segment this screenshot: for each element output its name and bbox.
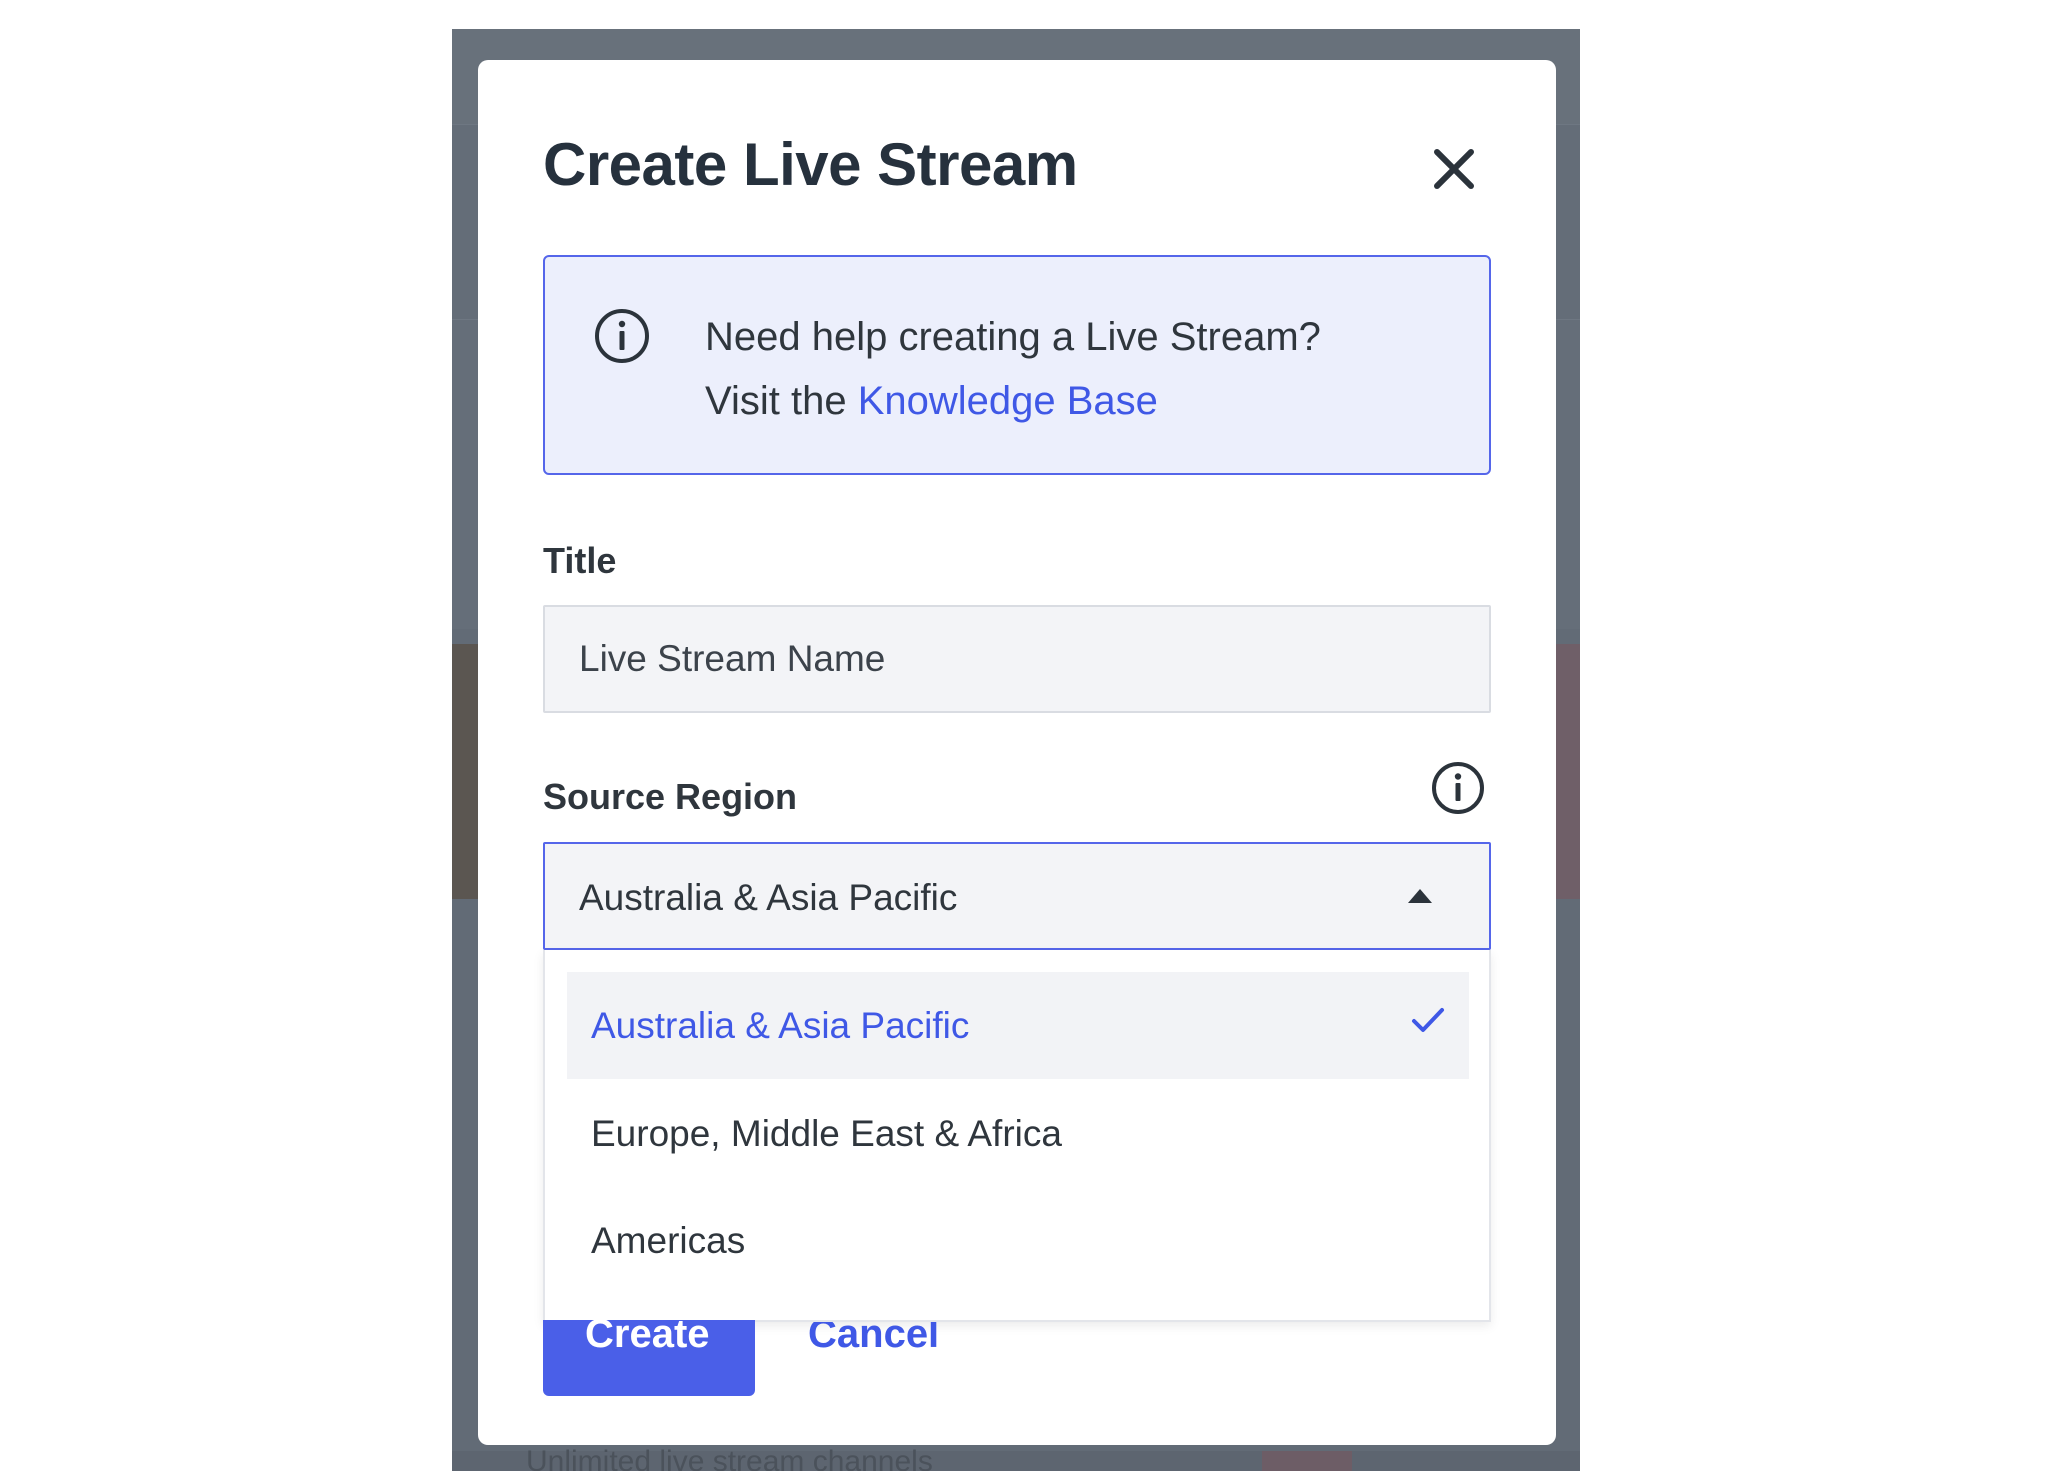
close-icon [1434, 149, 1474, 189]
title-input[interactable] [543, 605, 1491, 713]
cancel-button[interactable]: Cancel [808, 1322, 948, 1372]
option-label: Americas [591, 1220, 746, 1261]
background-chip [1262, 1451, 1352, 1471]
source-region-label: Source Region [543, 776, 798, 817]
create-button[interactable]: Create [543, 1320, 755, 1396]
background-thumbnail [452, 644, 478, 899]
help-callout-text: Need help creating a Live Stream? Visit … [705, 305, 1321, 433]
source-region-dropdown: Australia & Asia Pacific Europe, Middle … [543, 950, 1491, 1322]
region-option[interactable]: Europe, Middle East & Africa [567, 1080, 1469, 1187]
title-label: Title [543, 540, 617, 581]
help-callout-prefix: Visit the [705, 379, 858, 423]
info-circle-icon[interactable] [1430, 760, 1486, 816]
region-option[interactable]: Americas [567, 1187, 1469, 1294]
select-value: Australia & Asia Pacific [579, 877, 958, 918]
help-callout-line1: Need help creating a Live Stream? [705, 315, 1321, 359]
source-region-select[interactable]: Australia & Asia Pacific [543, 842, 1491, 950]
background-text: Unlimited live stream channels [526, 1445, 933, 1471]
create-live-stream-dialog: Create Live Stream Need help creating a … [478, 60, 1556, 1445]
help-callout-line2: Visit the Knowledge Base [705, 369, 1321, 433]
help-callout: Need help creating a Live Stream? Visit … [543, 255, 1491, 475]
option-label: Australia & Asia Pacific [591, 1005, 970, 1046]
background-thumbnail [1556, 644, 1580, 899]
close-button[interactable] [1423, 138, 1485, 200]
info-circle-icon [595, 309, 649, 363]
cancel-button-label: Cancel [808, 1322, 940, 1356]
option-label: Europe, Middle East & Africa [591, 1113, 1062, 1154]
dialog-title: Create Live Stream [543, 131, 1078, 198]
create-button-label: Create [585, 1320, 710, 1356]
checkmark-icon [1412, 1008, 1444, 1032]
knowledge-base-link[interactable]: Knowledge Base [858, 379, 1158, 423]
region-option[interactable]: Australia & Asia Pacific [567, 972, 1469, 1079]
caret-up-icon [1408, 889, 1432, 903]
